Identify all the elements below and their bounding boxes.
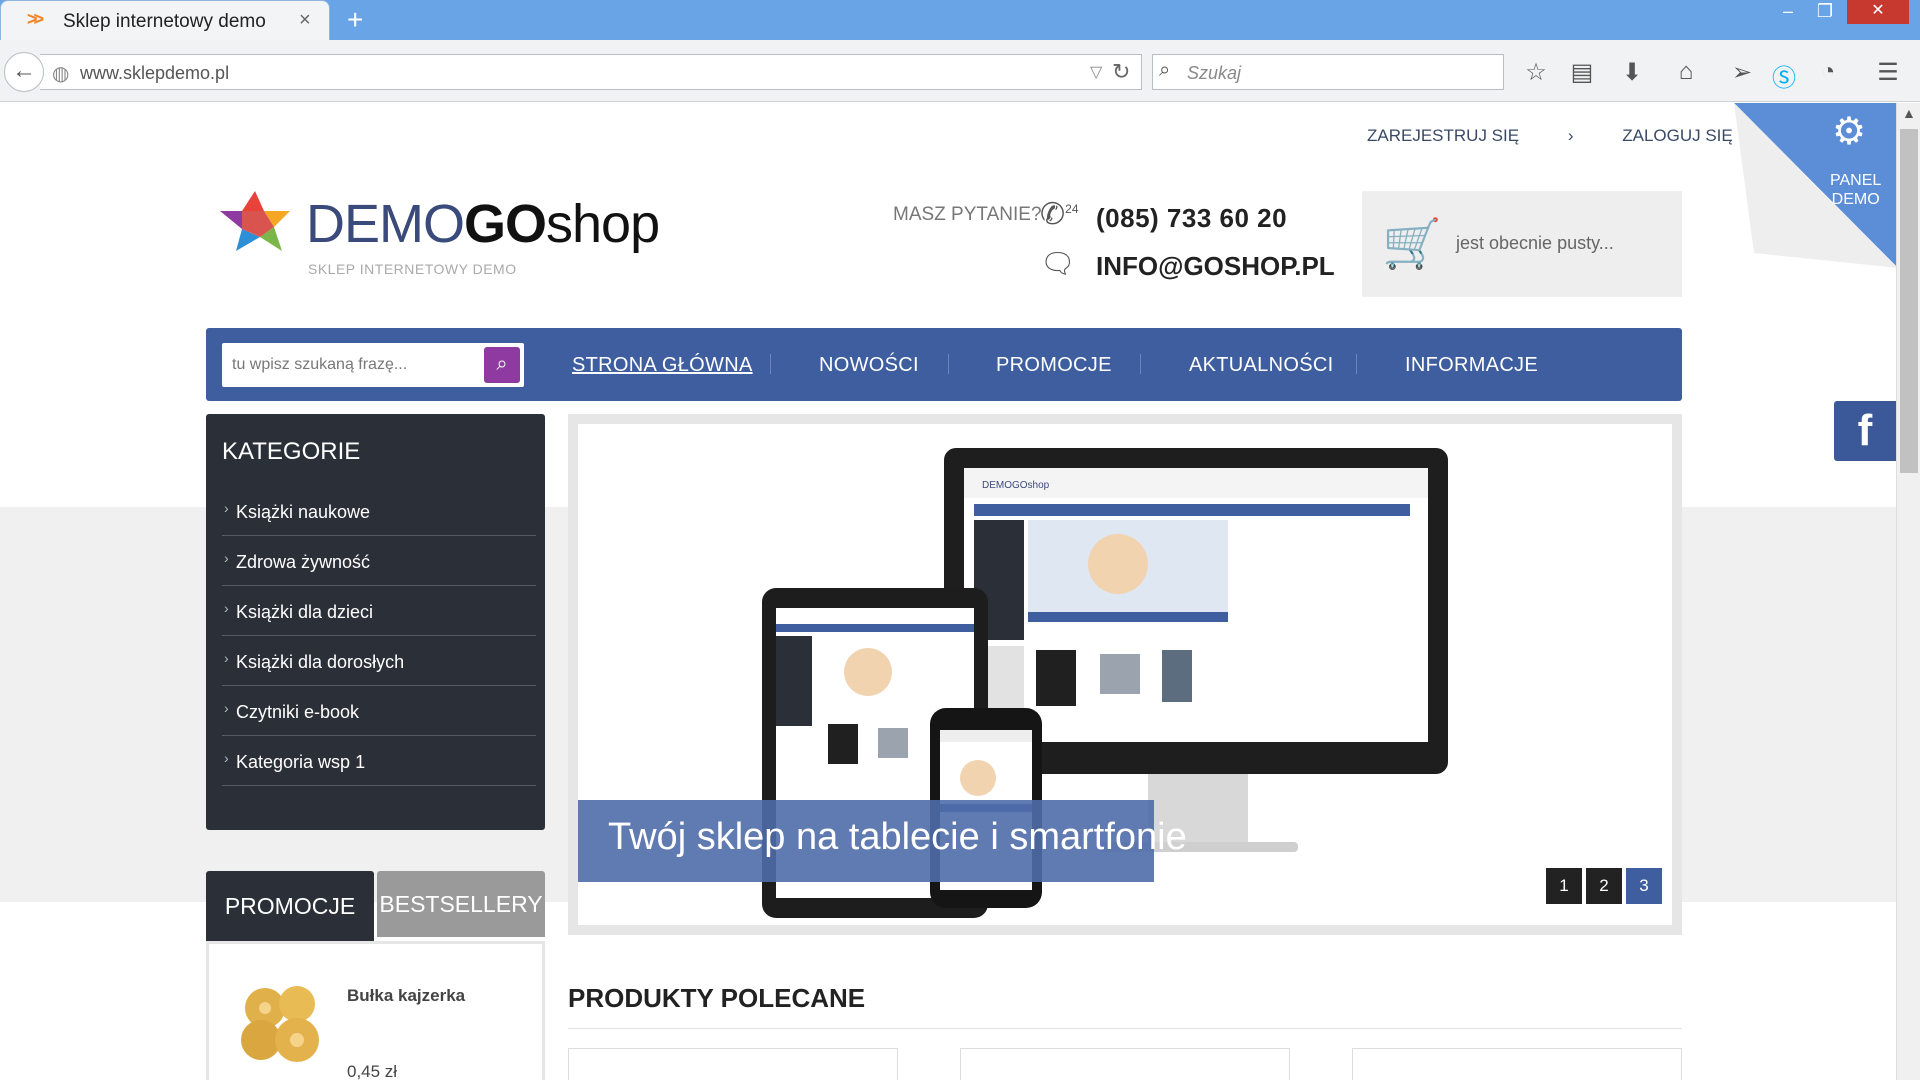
panel-demo-corner[interactable]: ⚙ PANEL DEMO <box>1734 103 1896 268</box>
home-icon[interactable]: ⌂ <box>1670 58 1702 86</box>
category-item[interactable]: › Książki naukowe <box>222 486 536 536</box>
site-search-button[interactable]: ⌕ <box>484 347 520 383</box>
register-link[interactable]: ZAREJESTRUJ SIĘ › <box>1367 126 1573 145</box>
category-item[interactable]: › Książki dla dzieci <box>222 586 536 636</box>
history-dropdown-icon[interactable]: ▽ <box>1090 62 1102 82</box>
promo-product-box: Bułka kajzerka 0,45 zł <box>206 941 545 1080</box>
address-url[interactable]: www.sklepdemo.pl <box>80 63 229 84</box>
tab-close-button[interactable]: × <box>299 9 311 32</box>
skype-icon[interactable]: Ⓢ <box>1768 58 1800 93</box>
product-card[interactable] <box>568 1048 898 1080</box>
back-button[interactable]: ← <box>4 52 44 92</box>
gears-icon: ⚙ <box>1832 111 1867 153</box>
slider-page-2[interactable]: 2 <box>1586 868 1622 904</box>
shopping-cart[interactable]: 🛒 jest obecnie pusty... <box>1362 191 1682 297</box>
bookmark-star-icon[interactable]: ☆ <box>1520 58 1552 87</box>
slide-caption[interactable]: Twój sklep na tablecie i smartfonie <box>578 800 1187 882</box>
chevron-right-icon: › <box>224 650 229 666</box>
browser-titlebar: >> Sklep internetowy demo × + – ❐ ✕ <box>0 0 1920 41</box>
chevron-right-icon: › <box>224 700 229 716</box>
address-bar[interactable]: ◍ www.sklepdemo.pl ▽ ↻ <box>40 54 1142 90</box>
monitor-logo: DEMOGOshop <box>982 480 1050 491</box>
slide[interactable]: DEMOGOshop Twój sklep na tablecie i smar… <box>578 424 1672 925</box>
scrollbar-thumb[interactable] <box>1900 129 1918 473</box>
globe-icon: ◍ <box>52 63 70 85</box>
category-item[interactable]: › Czytniki e-book <box>222 686 536 736</box>
category-item[interactable]: › Książki dla dorosłych <box>222 636 536 686</box>
cart-status: jest obecnie pusty... <box>1456 233 1614 253</box>
category-item[interactable]: › Kategoria wsp 1 <box>222 736 536 786</box>
categories-title: KATEGORIE <box>222 438 361 465</box>
menu-icon[interactable]: ☰ <box>1872 58 1904 87</box>
slider-page-3[interactable]: 3 <box>1626 868 1662 904</box>
slider-page-1[interactable]: 1 <box>1546 868 1582 904</box>
promo-tabs: PROMOCJE BESTSELLERY <box>206 871 545 941</box>
product-card[interactable] <box>1352 1048 1682 1080</box>
logo-star-icon <box>220 191 290 251</box>
contact-email[interactable]: INFO@GOSHOP.PL <box>1096 251 1335 282</box>
scroll-up-icon[interactable]: ▲ <box>1902 105 1916 121</box>
extension-icon[interactable]: ◔ <box>1812 58 1844 86</box>
cart-icon: 🛒 <box>1382 218 1442 271</box>
contact-question: MASZ PYTANIE? <box>893 204 1042 225</box>
download-icon[interactable]: ⬇ <box>1616 58 1648 87</box>
reading-list-icon[interactable]: ▤ <box>1566 58 1598 87</box>
reload-icon[interactable]: ↻ <box>1112 59 1130 85</box>
product-price: 0,45 zł <box>347 1062 398 1080</box>
facebook-button[interactable]: f <box>1834 401 1896 461</box>
tab-bestsellers[interactable]: BESTSELLERY <box>377 871 545 937</box>
vertical-scrollbar[interactable]: ▲ <box>1896 103 1920 1080</box>
nav-news[interactable]: AKTUALNOŚCI <box>1189 354 1333 377</box>
arrow-left-icon: ← <box>12 57 36 84</box>
phone-icon: ✆24 <box>1040 198 1079 231</box>
slide-caption-text: Twój sklep na tablecie i smartfonie <box>608 816 1187 858</box>
nav-new[interactable]: NOWOŚCI <box>819 354 919 377</box>
nav-separator <box>1356 354 1357 374</box>
site-search-input[interactable]: tu wpisz szukaną frazę... ⌕ <box>222 343 524 387</box>
browser-search-placeholder: Szukaj <box>1187 63 1242 83</box>
chevron-right-icon: › <box>224 500 229 516</box>
product-card[interactable] <box>960 1048 1290 1080</box>
minimize-button[interactable]: – <box>1773 0 1803 24</box>
nav-home[interactable]: STRONA GŁÓWNA <box>572 354 753 377</box>
message-icon: 🗨 <box>1040 248 1076 279</box>
phone-badge: 24 <box>1065 202 1079 216</box>
product-image[interactable] <box>235 980 331 1064</box>
logo-text: DEMOGOshop <box>306 194 660 254</box>
nav-separator <box>770 354 771 374</box>
nav-separator <box>948 354 949 374</box>
tab-promotions[interactable]: PROMOCJE <box>206 871 374 941</box>
product-name[interactable]: Bułka kajzerka <box>347 986 465 1006</box>
browser-search-field[interactable]: ⌕ Szukaj <box>1152 54 1504 90</box>
web-page: ZAREJESTRUJ SIĘ › ZALOGUJ SIĘ › DEMOGOsh… <box>0 103 1896 1080</box>
browser-tab[interactable]: >> Sklep internetowy demo × <box>0 0 330 41</box>
browser-navbar: ◍ www.sklepdemo.pl ▽ ↻ ← ⌕ Szukaj ☆ ▤ ⬇ … <box>0 40 1920 102</box>
search-icon: ⌕ <box>1159 59 1171 81</box>
nav-information[interactable]: INFORMACJE <box>1405 354 1538 377</box>
new-tab-button[interactable]: + <box>347 4 363 36</box>
main-navigation: tu wpisz szukaną frazę... ⌕ STRONA GŁÓWN… <box>206 328 1682 401</box>
send-icon[interactable]: ➢ <box>1726 58 1758 87</box>
site-search-placeholder: tu wpisz szukaną frazę... <box>232 356 408 373</box>
category-item[interactable]: › Zdrowa żywność <box>222 536 536 586</box>
logo-subtitle: SKLEP INTERNETOWY DEMO <box>308 261 517 277</box>
search-icon: ⌕ <box>496 353 508 375</box>
nav-promotions[interactable]: PROMOCJE <box>996 354 1112 377</box>
close-window-button[interactable]: ✕ <box>1847 0 1909 24</box>
nav-separator <box>1140 354 1141 374</box>
contact-phone: (085) 733 60 20 <box>1096 203 1288 233</box>
chevron-right-icon: › <box>224 750 229 766</box>
banner-slider: DEMOGOshop Twój sklep na tablecie i smar… <box>568 414 1682 935</box>
panel-demo-label: PANEL DEMO <box>1830 172 1882 208</box>
categories-panel: KATEGORIE › Książki naukowe › Zdrowa żywno… <box>206 414 545 830</box>
tab-title: Sklep internetowy demo <box>63 11 266 32</box>
featured-products-title: PRODUKTY POLECANE <box>568 983 866 1013</box>
chevron-right-icon: › <box>224 550 229 566</box>
chevron-right-icon: › <box>224 600 229 616</box>
favicon-icon: >> <box>27 9 44 29</box>
divider <box>568 1028 1682 1029</box>
maximize-button[interactable]: ❐ <box>1810 0 1840 24</box>
